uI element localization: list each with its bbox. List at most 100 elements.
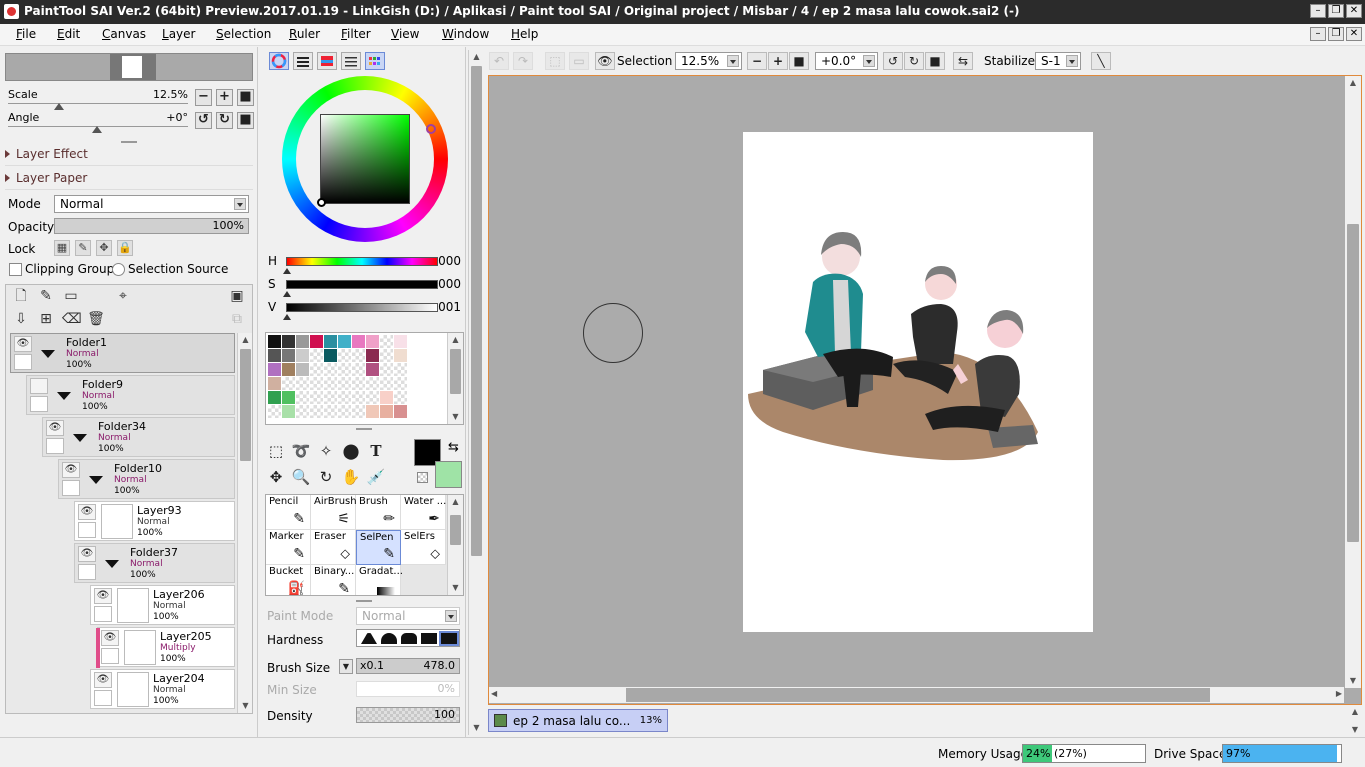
color-swatch[interactable] [310,363,323,376]
layer-select-checkbox[interactable] [46,438,64,454]
color-swatch[interactable] [310,391,323,404]
scroll-up-icon[interactable]: ▲ [469,50,484,64]
folder-collapse-icon[interactable] [41,350,55,358]
layer-row[interactable]: 👁 Layer206 Normal 100% [90,585,235,625]
layer-paper-section[interactable]: Layer Paper [5,171,87,185]
color-wheel-mode-icon[interactable] [269,52,289,70]
layer-select-checkbox[interactable] [30,396,48,412]
folder-collapse-icon[interactable] [105,560,119,568]
scrollbar-thumb[interactable] [240,349,251,461]
color-palette-mode-icon[interactable] [317,52,337,70]
hue-slider[interactable]: H 000 [266,254,461,274]
brush-airbrush[interactable]: AirBrush ⚟ [311,495,357,530]
rotate-right-button[interactable]: ↻ [216,112,233,129]
canvas-viewport[interactable]: ▲ ▼ [488,75,1362,705]
zoom-in-button[interactable]: + [216,89,233,106]
scroll-right-icon[interactable]: ▶ [1336,689,1342,698]
rotate-left-icon[interactable]: ↺ [883,52,903,70]
scroll-down-icon[interactable]: ▼ [1345,674,1361,688]
menu-canvas[interactable]: Canvas [102,27,146,41]
color-swatch[interactable] [324,363,337,376]
transfer-down-icon[interactable]: ⇩ [12,310,30,328]
angle-slider-handle[interactable] [92,126,102,133]
lock-transparency-icon[interactable]: ▦ [54,240,70,256]
hand-icon[interactable]: ✋ [340,466,362,488]
doc-close-button[interactable]: ✕ [1346,27,1362,41]
layer-row[interactable]: 👁 Layer205 Multiply 100% [96,627,235,668]
text-tool-icon[interactable]: T [365,440,387,462]
selection-visibility-eye-icon[interactable]: 👁 [595,52,615,70]
color-swatch[interactable] [366,405,379,418]
color-swatch[interactable] [366,391,379,404]
opacity-slider[interactable]: 100% [54,218,249,234]
color-swatch[interactable] [282,363,295,376]
stabilizer-select[interactable]: S-1 [1035,52,1081,70]
color-swatch[interactable] [380,363,393,376]
hardness-firm-icon[interactable] [401,633,417,644]
visibility-eye-icon[interactable]: 👁 [62,462,80,478]
color-swatch[interactable] [296,335,309,348]
layer-row[interactable]: 👁 Folder37 Normal 100% [74,543,235,583]
rotate-icon[interactable]: ↻ [315,466,337,488]
flip-horizontal-icon[interactable]: ⇆ [953,52,973,70]
color-swatch[interactable] [394,377,407,390]
color-swatches[interactable] [265,332,464,425]
panel-option-icon[interactable]: ▣ [228,287,246,305]
menu-edit[interactable]: Edit [57,27,80,41]
brush-bucket[interactable]: Bucket ⛽ [266,565,311,595]
color-swatch[interactable] [338,349,351,362]
splitter-grip[interactable] [356,428,372,430]
color-swatch[interactable] [324,405,337,418]
undo-icon[interactable]: ↶ [489,52,509,70]
color-swatch[interactable] [282,405,295,418]
link-icon[interactable]: ⧉ [228,310,246,328]
saturation-bar[interactable] [286,280,438,289]
color-swatch[interactable] [380,391,393,404]
layer-select-checkbox[interactable] [94,606,112,622]
visibility-eye-icon[interactable]: 👁 [14,336,32,352]
visibility-eye-icon[interactable]: 👁 [101,630,119,646]
layer-select-checkbox[interactable] [14,354,32,370]
color-swatch[interactable] [352,349,365,362]
brush-selpen[interactable]: SelPen ✎ [356,530,401,565]
doc-restore-button[interactable]: ❐ [1328,27,1344,41]
layer-row[interactable]: Folder9 Normal 100% [26,375,235,415]
document-list-scrollbar[interactable]: ▲ ▼ [1347,706,1363,736]
rect-select-icon[interactable]: ⬚ [265,440,287,462]
scroll-down-icon[interactable]: ▼ [238,699,252,713]
color-swatch[interactable] [296,377,309,390]
visibility-eye-icon[interactable]: 👁 [46,420,64,436]
color-swatch[interactable] [352,335,365,348]
scroll-up-icon[interactable]: ▲ [448,333,463,347]
folder-collapse-icon[interactable] [89,476,103,484]
layer-select-checkbox[interactable] [78,564,96,580]
value-bar[interactable] [286,303,438,312]
new-folder-icon[interactable]: ▭ [62,287,80,305]
menu-filter[interactable]: Filter [341,27,371,41]
scroll-up-icon[interactable]: ▲ [1347,706,1363,718]
delete-layer-icon[interactable]: 🗑 [87,310,105,328]
color-swatch[interactable] [296,391,309,404]
color-swatch[interactable] [338,391,351,404]
magic-wand-icon[interactable]: ✧ [315,440,337,462]
menu-window[interactable]: Window [442,27,489,41]
density-slider[interactable]: 100 [356,707,460,723]
rotate-reset-icon[interactable]: ■ [925,52,945,70]
layer-select-checkbox[interactable] [101,648,119,664]
transparent-color-icon[interactable] [417,472,428,483]
color-swatch[interactable] [352,363,365,376]
layer-row[interactable]: 👁 Folder1 Normal 100% [10,333,235,373]
brush-selers[interactable]: SelErs ⬦ [401,530,446,565]
brush-scrollbar[interactable]: ▲ ▼ [447,495,463,595]
saturation-handle[interactable] [283,291,291,297]
color-swatch[interactable] [282,377,295,390]
menu-selection[interactable]: Selection [216,27,271,41]
menu-layer[interactable]: Layer [162,27,195,41]
lasso-icon[interactable]: ➰ [290,440,312,462]
color-swatch[interactable] [338,363,351,376]
zoom-reset-icon[interactable]: ■ [789,52,809,70]
scrollbar-thumb[interactable] [450,349,461,394]
color-swatch[interactable] [310,335,323,348]
straight-line-icon[interactable]: ╲ [1091,52,1111,70]
hardness-medium-icon[interactable] [381,633,397,644]
